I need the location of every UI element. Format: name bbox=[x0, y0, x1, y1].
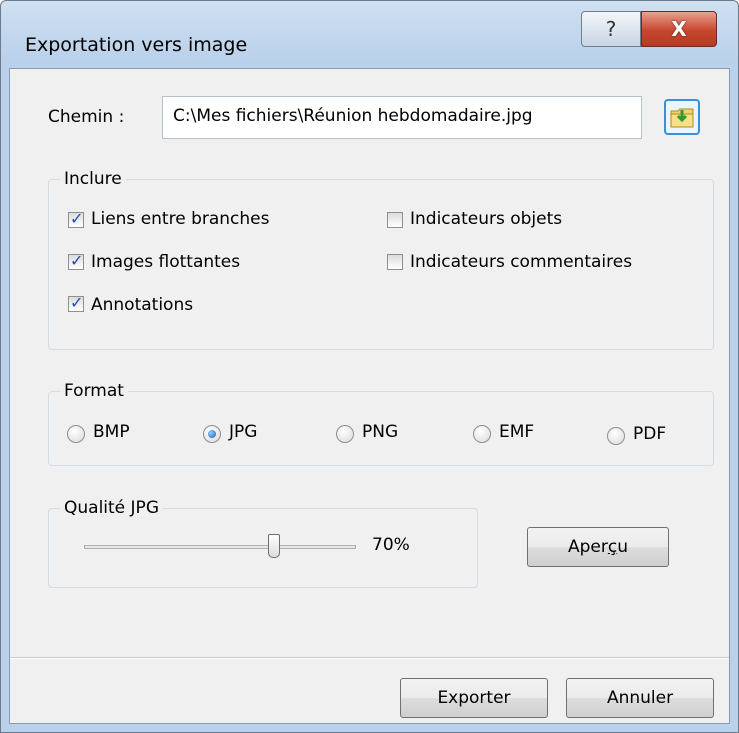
help-icon: ? bbox=[605, 17, 617, 41]
radio-label-emf: EMF bbox=[499, 422, 535, 442]
radio-emf[interactable] bbox=[473, 425, 491, 443]
radio-label-jpg: JPG bbox=[229, 422, 258, 442]
help-button[interactable]: ? bbox=[581, 11, 641, 47]
radio-pdf[interactable] bbox=[607, 427, 625, 445]
quality-value: 70% bbox=[372, 535, 410, 555]
checkbox-annotations[interactable] bbox=[68, 293, 84, 312]
separator bbox=[10, 657, 729, 659]
preview-button[interactable]: Aper ç u bbox=[527, 527, 669, 567]
export-button[interactable]: Exporter bbox=[400, 678, 548, 718]
browse-button[interactable] bbox=[664, 99, 700, 135]
checkbox-label-liens: Liens entre branches bbox=[91, 209, 270, 229]
checkbox-label-annotations: Annotations bbox=[91, 295, 194, 315]
quality-slider-thumb[interactable] bbox=[268, 534, 281, 558]
path-input[interactable]: C:\Mes fichiers\Réunion hebdomadaire.jpg bbox=[162, 96, 642, 139]
quality-legend: Qualité JPG bbox=[60, 498, 163, 518]
format-legend: Format bbox=[60, 381, 128, 401]
checkbox-label-images: Images flottantes bbox=[91, 252, 241, 272]
radio-bmp[interactable] bbox=[67, 425, 85, 443]
checkbox-label-indicateurs-commentaires: Indicateurs commentaires bbox=[410, 252, 633, 272]
export-button-label: Exporter bbox=[437, 688, 511, 708]
preview-label-b: u bbox=[617, 537, 628, 557]
quality-slider-track[interactable] bbox=[84, 545, 356, 549]
path-label: Chemin : bbox=[48, 107, 125, 127]
close-icon: X bbox=[671, 17, 687, 41]
folder-icon bbox=[670, 108, 694, 128]
cancel-button[interactable]: Annuler bbox=[566, 678, 714, 718]
checkbox-indicateurs-objets[interactable] bbox=[387, 212, 403, 228]
radio-label-bmp: BMP bbox=[93, 422, 130, 442]
preview-label-accel: ç bbox=[607, 537, 618, 557]
window-title: Exportation vers image bbox=[25, 34, 248, 56]
include-legend: Inclure bbox=[60, 169, 126, 189]
radio-label-png: PNG bbox=[362, 422, 399, 442]
radio-label-pdf: PDF bbox=[633, 424, 667, 444]
radio-jpg[interactable] bbox=[203, 425, 221, 443]
preview-label-a: Aper bbox=[567, 537, 608, 557]
close-button[interactable]: X bbox=[641, 11, 717, 47]
cancel-button-label: Annuler bbox=[606, 688, 674, 708]
checkbox-indicateurs-commentaires[interactable] bbox=[387, 254, 403, 270]
checkbox-images-flottantes[interactable] bbox=[68, 251, 84, 270]
radio-png[interactable] bbox=[336, 425, 354, 443]
checkbox-liens-entre-branches[interactable] bbox=[68, 209, 84, 228]
dialog-window: Exportation vers image ? X Chemin : C:\M… bbox=[0, 0, 739, 733]
checkbox-label-indicateurs-objets: Indicateurs objets bbox=[410, 209, 563, 229]
dialog-body: Chemin : C:\Mes fichiers\Réunion hebdoma… bbox=[9, 68, 730, 724]
